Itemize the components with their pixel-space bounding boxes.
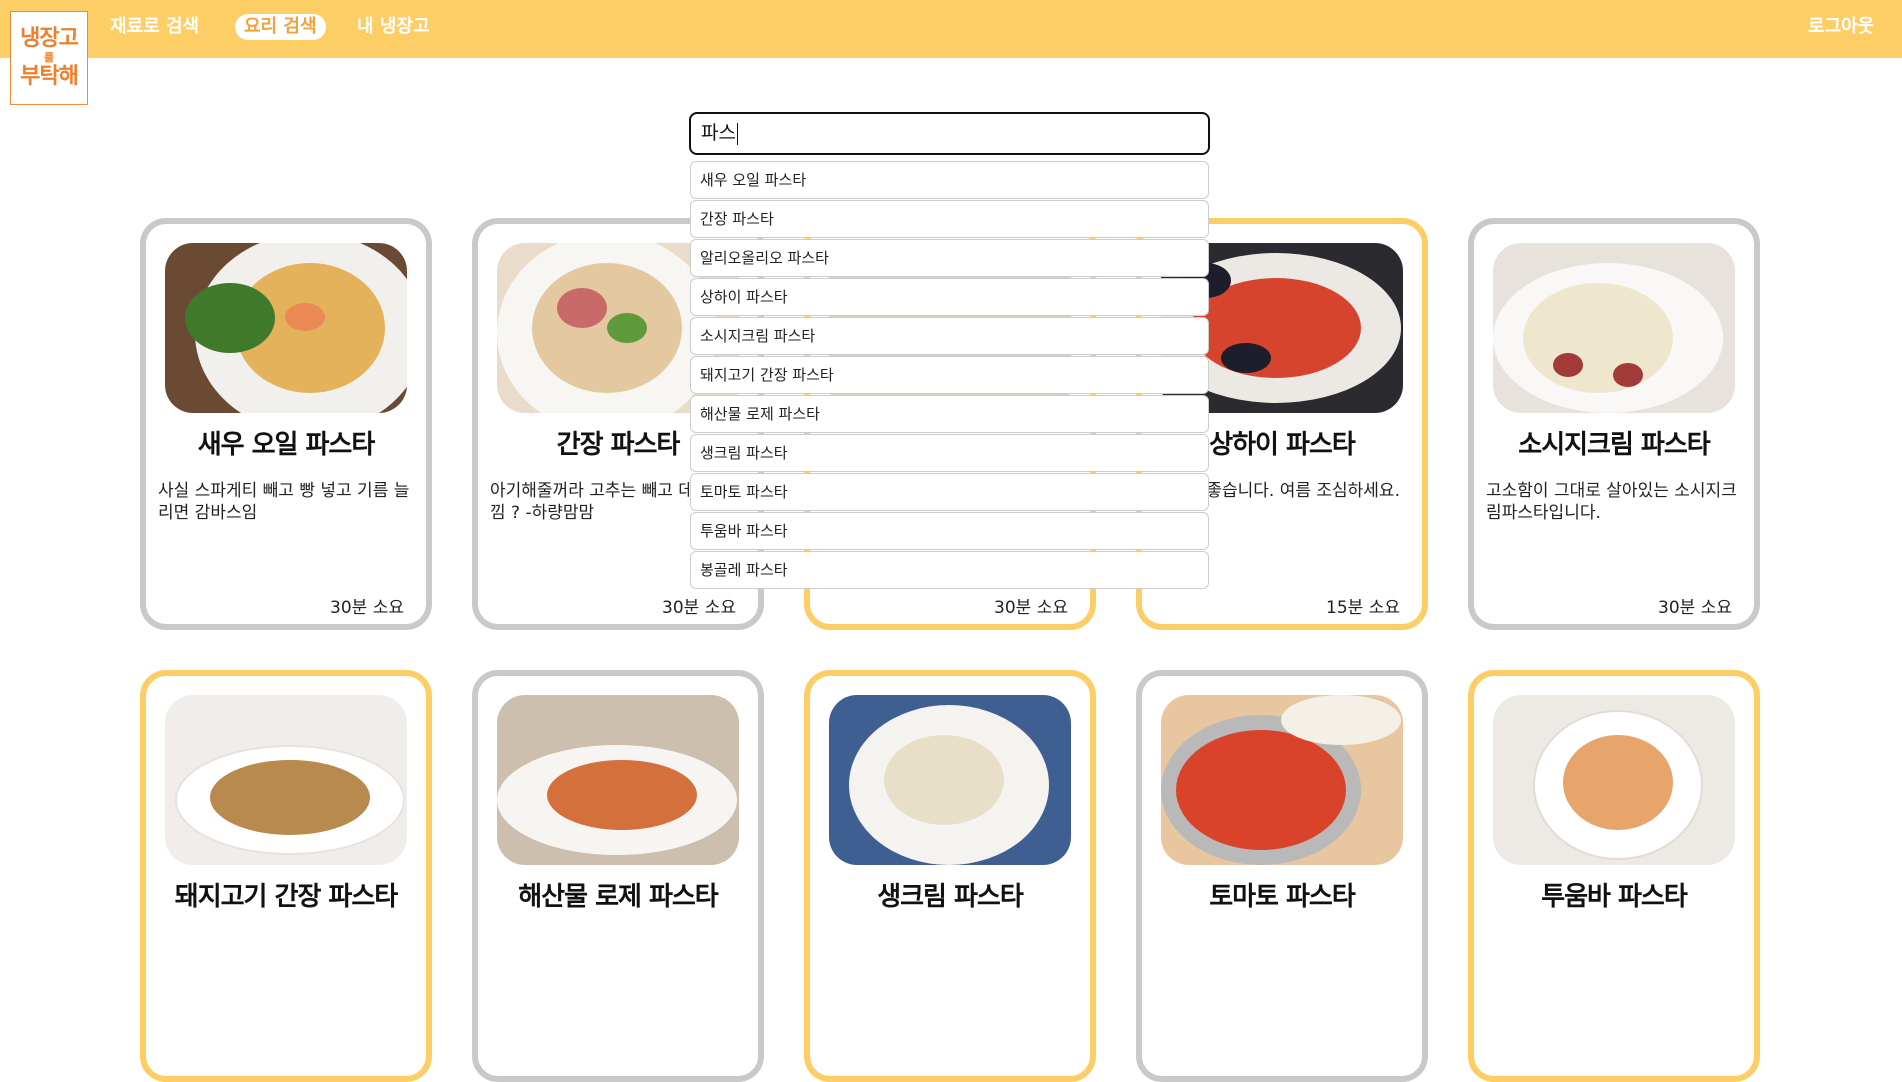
recipe-description: 사실 스파게티 빼고 빵 넣고 기름 늘리면 감바스임 <box>158 481 410 523</box>
recipe-title: 소시지크림 파스타 <box>1518 430 1710 460</box>
autocomplete-option[interactable]: 봉골레 파스타 <box>690 551 1209 589</box>
recipe-description: 고소함이 그대로 살아있는 소시지크림파스타입니다. <box>1486 481 1737 523</box>
app-logo[interactable]: 냉장고 를 부탁해 <box>10 11 88 105</box>
recipe-photo <box>829 695 1071 865</box>
recipe-card[interactable]: 투움바 파스타 <box>1468 670 1760 1082</box>
recipe-card[interactable]: 새우 오일 파스타 사실 스파게티 빼고 빵 넣고 기름 늘리면 감바스임 30… <box>140 218 432 630</box>
logo-text-line2: 를 <box>43 51 55 64</box>
autocomplete-option[interactable]: 투움바 파스타 <box>690 512 1209 550</box>
recipe-photo <box>1493 243 1735 413</box>
nav-recipe-search[interactable]: 요리 검색 <box>235 14 326 40</box>
recipe-photo <box>497 695 739 865</box>
recipe-card[interactable]: 토마토 파스타 <box>1136 670 1428 1082</box>
autocomplete-option[interactable]: 돼지고기 간장 파스타 <box>690 356 1209 394</box>
recipe-search-input[interactable]: 파스 <box>689 112 1210 155</box>
recipe-card[interactable]: 소시지크림 파스타 고소함이 그대로 살아있는 소시지크림파스타입니다. 30분… <box>1468 218 1760 630</box>
autocomplete-option[interactable]: 해산물 로제 파스타 <box>690 395 1209 433</box>
recipe-title: 해산물 로제 파스타 <box>518 882 718 912</box>
autocomplete-option[interactable]: 알리오올리오 파스타 <box>690 239 1209 277</box>
autocomplete-option[interactable]: 토마토 파스타 <box>690 473 1209 511</box>
logo-text-line1: 냉장고 <box>20 26 79 51</box>
logout-button[interactable]: 로그아웃 <box>1808 14 1874 40</box>
top-nav-bar: 재료로 검색 요리 검색 내 냉장고 로그아웃 <box>0 0 1902 58</box>
autocomplete-option[interactable]: 생크림 파스타 <box>690 434 1209 472</box>
search-input-value: 파스 <box>701 122 736 144</box>
text-caret <box>736 122 738 145</box>
recipe-photo <box>1493 695 1735 865</box>
recipe-time: 30분 소요 <box>1658 598 1732 618</box>
nav-ingredient-search[interactable]: 재료로 검색 <box>110 14 199 40</box>
autocomplete-option[interactable]: 간장 파스타 <box>690 200 1209 238</box>
autocomplete-dropdown: 새우 오일 파스타 간장 파스타 알리오올리오 파스타 상하이 파스타 소시지크… <box>690 161 1209 590</box>
recipe-time: 30분 소요 <box>662 598 736 618</box>
autocomplete-option[interactable]: 상하이 파스타 <box>690 278 1209 316</box>
recipe-photo <box>1161 695 1403 865</box>
recipe-card[interactable]: 생크림 파스타 <box>804 670 1096 1082</box>
autocomplete-option[interactable]: 새우 오일 파스타 <box>690 161 1209 199</box>
recipe-card[interactable]: 해산물 로제 파스타 <box>472 670 764 1082</box>
recipe-card[interactable]: 돼지고기 간장 파스타 <box>140 670 432 1082</box>
recipe-title: 새우 오일 파스타 <box>197 430 376 460</box>
recipe-title: 생크림 파스타 <box>877 882 1024 912</box>
recipe-title: 돼지고기 간장 파스타 <box>174 882 398 912</box>
recipe-time: 15분 소요 <box>1326 598 1400 618</box>
recipe-title: 토마토 파스타 <box>1209 882 1356 912</box>
recipe-photo <box>165 243 407 413</box>
recipe-time: 30분 소요 <box>330 598 404 618</box>
recipe-photo <box>165 695 407 865</box>
nav-my-fridge[interactable]: 내 냉장고 <box>357 14 430 40</box>
logo-text-line3: 부탁해 <box>20 64 79 89</box>
recipe-time: 30분 소요 <box>994 598 1068 618</box>
recipe-title: 투움바 파스타 <box>1541 882 1688 912</box>
autocomplete-option[interactable]: 소시지크림 파스타 <box>690 317 1209 355</box>
